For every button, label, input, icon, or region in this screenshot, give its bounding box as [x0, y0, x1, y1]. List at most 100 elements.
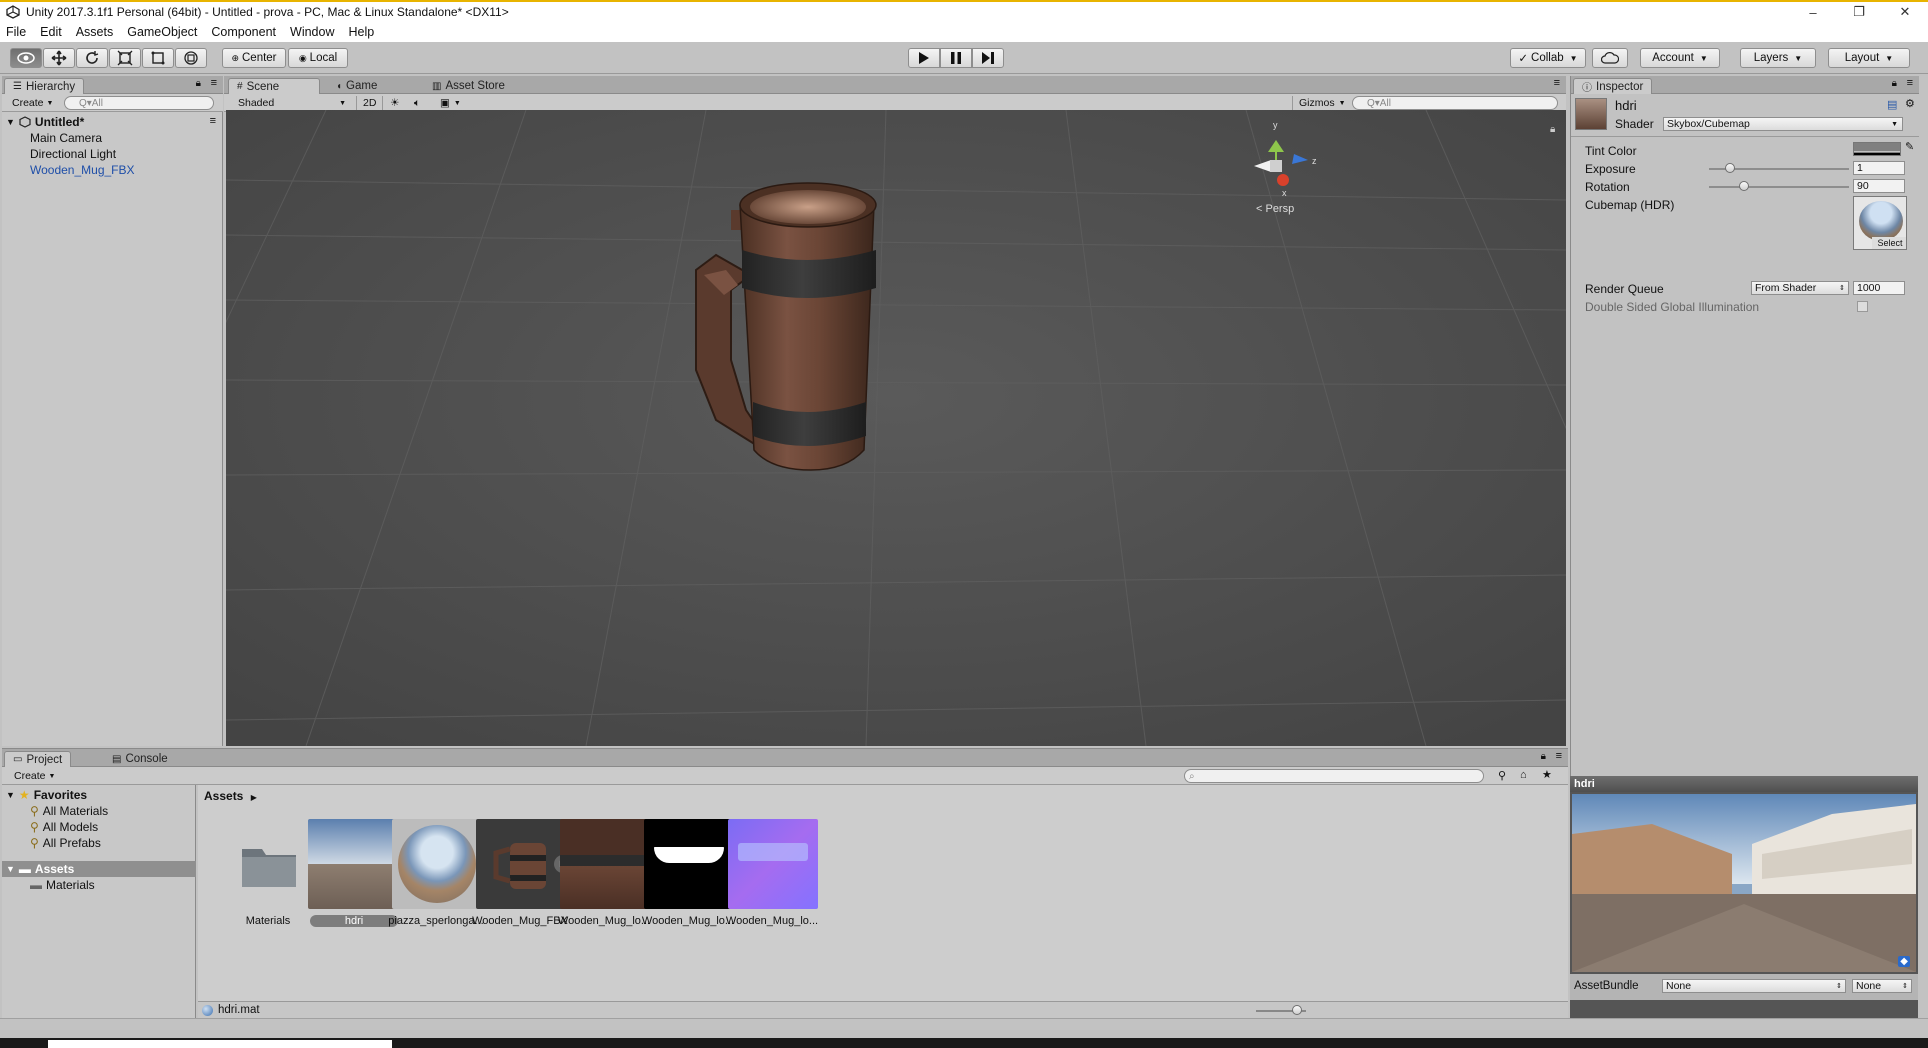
scene-viewport[interactable]: y z x < Persp 🔒︎	[226, 110, 1566, 746]
hierarchy-create-button[interactable]: Create ▼	[8, 96, 57, 110]
menu-file[interactable]: File	[6, 25, 26, 39]
audio-toggle[interactable]: 🔈︎	[410, 96, 424, 110]
lock-icon[interactable]: 🔒︎	[1892, 78, 1897, 89]
hand-tool-button[interactable]	[10, 48, 42, 68]
pivot-local-toggle[interactable]: ◉ Local	[288, 48, 348, 68]
exposure-slider-knob[interactable]	[1725, 163, 1735, 173]
render-queue-field[interactable]: 1000	[1853, 281, 1905, 295]
close-button[interactable]: ✕	[1882, 2, 1928, 22]
cubemap-select-button[interactable]: Select	[1872, 237, 1906, 249]
filter-by-type-icon[interactable]: ⚲	[1498, 769, 1506, 782]
thumbnail-size-knob[interactable]	[1292, 1005, 1302, 1015]
tab-game[interactable]: ◖ Game	[328, 78, 385, 94]
asset-wooden-mug-albedo[interactable]: Wooden_Mug_lo...	[554, 819, 650, 929]
collab-dropdown[interactable]: ✓ Collab ▼	[1510, 48, 1586, 68]
lock-icon[interactable]: 🔒︎	[196, 78, 201, 89]
preview-titlebar[interactable]: hdri	[1570, 776, 1918, 792]
shader-dropdown[interactable]: Skybox/Cubemap ▼	[1663, 117, 1903, 131]
gizmos-dropdown[interactable]: Gizmos ▼	[1292, 96, 1350, 110]
exposure-field[interactable]: 1	[1853, 161, 1905, 175]
rotate-tool-button[interactable]	[76, 48, 108, 68]
double-sided-gi-checkbox[interactable]	[1857, 301, 1868, 312]
menu-assets[interactable]: Assets	[76, 25, 114, 39]
expand-arrow-icon[interactable]: ▼	[6, 117, 15, 127]
transform-tool-button[interactable]	[175, 48, 207, 68]
favorite-all-models[interactable]: ⚲ All Models	[30, 819, 98, 835]
favorites-header[interactable]: ▼ ★ Favorites	[6, 787, 87, 803]
help-book-icon[interactable]: ▤	[1887, 98, 1897, 111]
minimize-button[interactable]: –	[1790, 2, 1836, 22]
panel-menu-icon[interactable]: ≡	[1556, 750, 1562, 762]
asset-hdri-material[interactable]: hdri	[302, 819, 398, 929]
menu-component[interactable]: Component	[211, 25, 276, 39]
rotation-slider-knob[interactable]	[1739, 181, 1749, 191]
lock-icon[interactable]: 🔒︎	[1541, 751, 1546, 762]
effects-dropdown[interactable]: ▣ ▼	[436, 96, 465, 110]
pivot-center-toggle[interactable]: ⊕ Center	[222, 48, 286, 68]
play-button[interactable]	[908, 48, 940, 68]
expand-arrow-icon[interactable]: ▼	[6, 790, 15, 800]
folder-materials[interactable]: ▬ Materials	[30, 877, 95, 893]
scale-tool-button[interactable]	[109, 48, 141, 68]
assetbundle-dropdown[interactable]: None ⇕	[1662, 979, 1846, 993]
settings-gear-icon[interactable]: ⚙	[1905, 97, 1915, 110]
panel-menu-icon[interactable]: ≡	[1907, 77, 1913, 89]
tab-inspector[interactable]: ⓘ Inspector	[1573, 78, 1653, 94]
asset-wooden-mug-mask[interactable]: Wooden_Mug_lo...	[638, 819, 734, 929]
filter-by-label-icon[interactable]: ⌂	[1520, 769, 1527, 781]
scene-root[interactable]: ▼ Untitled*	[6, 114, 84, 130]
project-search-input[interactable]: ⌕	[1184, 769, 1484, 783]
menu-window[interactable]: Window	[290, 25, 334, 39]
breadcrumb-assets[interactable]: Assets	[204, 789, 243, 803]
preview-image[interactable]	[1572, 794, 1916, 972]
cloud-button[interactable]	[1592, 48, 1628, 68]
tag-icon[interactable]: ◆	[1898, 956, 1910, 967]
expand-arrow-icon[interactable]: ▼	[6, 864, 15, 874]
layout-dropdown[interactable]: Layout ▼	[1828, 48, 1910, 68]
asset-wooden-mug-normal[interactable]: Wooden_Mug_lo...	[722, 819, 818, 929]
tab-console[interactable]: ▤ Console	[104, 751, 176, 767]
move-tool-button[interactable]	[43, 48, 75, 68]
step-button[interactable]	[972, 48, 1004, 68]
pause-button[interactable]	[940, 48, 972, 68]
render-queue-dropdown[interactable]: From Shader ⇕	[1751, 281, 1849, 295]
rotation-field[interactable]: 90	[1853, 179, 1905, 193]
cubemap-slot[interactable]: Select	[1853, 196, 1907, 250]
assetbundle-variant-dropdown[interactable]: None ⇕	[1852, 979, 1912, 993]
tint-color-swatch[interactable]	[1853, 142, 1901, 156]
hierarchy-item-main-camera[interactable]: Main Camera	[30, 130, 102, 146]
persp-label[interactable]: < Persp	[1256, 203, 1294, 215]
asset-piazza-hdr[interactable]: piazza_sperlonga...	[386, 819, 484, 929]
asset-materials-folder[interactable]: Materials	[218, 819, 314, 929]
lighting-toggle[interactable]: ☀	[386, 96, 403, 110]
tab-hierarchy[interactable]: ☰ Hierarchy	[4, 78, 85, 94]
layers-dropdown[interactable]: Layers ▼	[1740, 48, 1816, 68]
tab-project[interactable]: ▭ Project	[4, 751, 72, 767]
hierarchy-search-input[interactable]: Q▾All	[64, 96, 214, 110]
menu-edit[interactable]: Edit	[40, 25, 62, 39]
hierarchy-item-directional-light[interactable]: Directional Light	[30, 146, 116, 162]
menu-gameobject[interactable]: GameObject	[127, 25, 197, 39]
panel-menu-icon[interactable]: ≡	[211, 77, 217, 89]
favorite-star-icon[interactable]: ★	[1542, 768, 1552, 781]
scene-lock-icon[interactable]: 🔒︎	[1550, 124, 1555, 135]
hierarchy-item-wooden-mug[interactable]: Wooden_Mug_FBX	[30, 162, 135, 178]
asset-wooden-mug-fbx[interactable]: ▶ Wooden_Mug_FBX	[470, 819, 572, 929]
eyedropper-icon[interactable]: ✎	[1905, 140, 1914, 153]
scene-search-input[interactable]: Q▾All	[1352, 96, 1558, 110]
restore-button[interactable]: ❐	[1836, 2, 1882, 22]
favorite-all-prefabs[interactable]: ⚲ All Prefabs	[30, 835, 101, 851]
panel-menu-icon[interactable]: ≡	[1554, 77, 1560, 89]
2d-toggle[interactable]: 2D	[356, 96, 384, 110]
project-create-button[interactable]: Create ▼	[10, 769, 59, 783]
shading-mode-dropdown[interactable]: Shaded ▼	[234, 96, 350, 110]
favorite-all-materials[interactable]: ⚲ All Materials	[30, 803, 108, 819]
assets-root-item[interactable]: ▼ ▬ Assets	[2, 861, 196, 877]
tab-asset-store[interactable]: ▥ Asset Store	[424, 78, 513, 94]
rotation-slider[interactable]	[1709, 186, 1849, 188]
rect-tool-button[interactable]	[142, 48, 174, 68]
tab-scene[interactable]: # Scene	[228, 78, 320, 94]
scene-menu-icon[interactable]: ≡	[210, 115, 216, 127]
account-dropdown[interactable]: Account ▼	[1640, 48, 1720, 68]
menu-help[interactable]: Help	[348, 25, 374, 39]
